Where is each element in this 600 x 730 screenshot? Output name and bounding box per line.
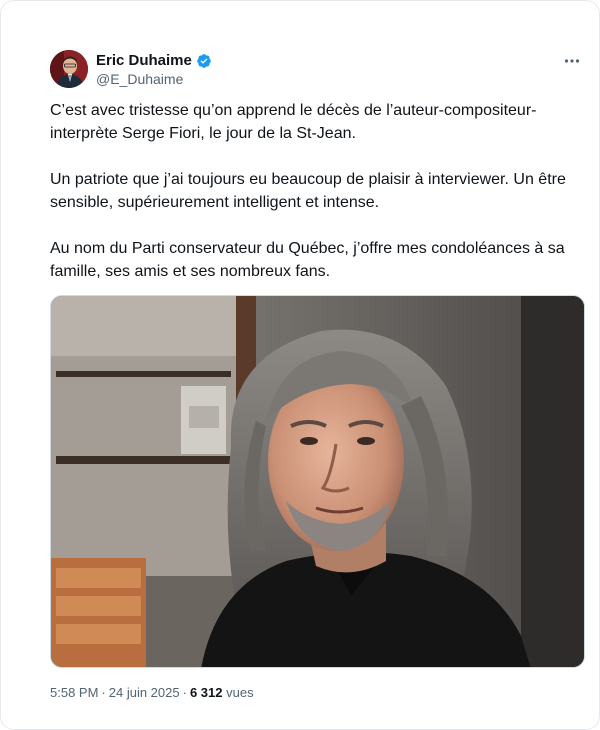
name-row: Eric Duhaime: [96, 51, 212, 70]
tweet-text: C’est avec tristesse qu’on apprend le dé…: [50, 99, 570, 283]
display-name[interactable]: Eric Duhaime: [96, 52, 192, 69]
tweet-header: Eric Duhaime @E_Duhaime: [50, 50, 583, 92]
tweet-card: Eric Duhaime @E_Duhaime C’est avec trist…: [0, 0, 600, 730]
avatar[interactable]: [50, 50, 88, 88]
tweet-photo[interactable]: [50, 295, 585, 668]
author-handle[interactable]: @E_Duhaime: [96, 71, 212, 87]
meta-separator: ·: [101, 685, 106, 700]
tweet-time[interactable]: 5:58 PM: [50, 685, 98, 700]
tweet-date[interactable]: 24 juin 2025: [109, 685, 180, 700]
tweet-paragraph: C’est avec tristesse qu’on apprend le dé…: [50, 102, 537, 142]
author-names: Eric Duhaime @E_Duhaime: [96, 51, 212, 87]
tweet-paragraph: Au nom du Parti conservateur du Québec, …: [50, 240, 565, 280]
photo-illustration: [51, 296, 584, 667]
meta-separator: ·: [182, 685, 187, 700]
verified-badge-icon: [196, 53, 212, 69]
tweet-meta: 5:58 PM · 24 juin 2025 · 6 312 vues: [50, 685, 254, 700]
more-options-icon[interactable]: [561, 50, 583, 72]
tweet-paragraph: Un patriote que j’ai toujours eu beaucou…: [50, 171, 566, 211]
view-label: vues: [226, 685, 254, 700]
view-count[interactable]: 6 312: [190, 685, 223, 700]
